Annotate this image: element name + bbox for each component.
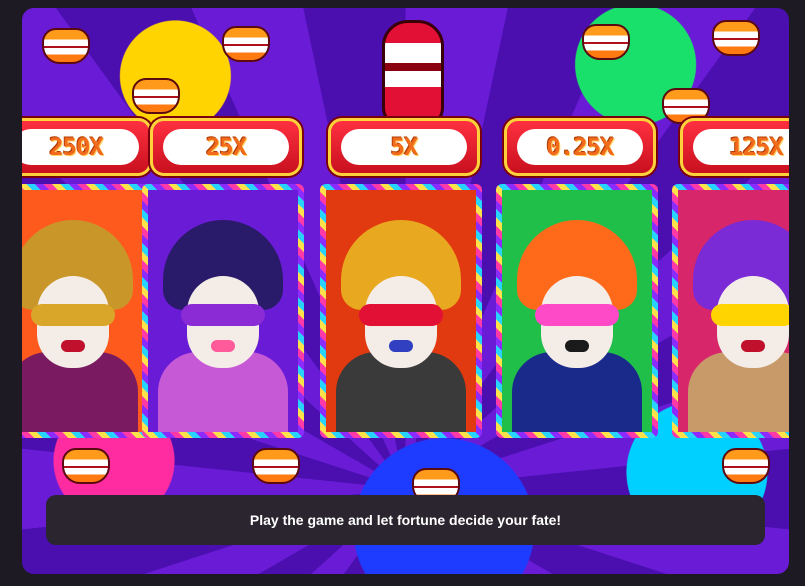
game-stage: ⠀ 250X 25X 5X 0.25X 125X Play the game a… bbox=[22, 8, 789, 574]
multiplier-label: 5X bbox=[390, 133, 419, 161]
multiplier-label: 125X bbox=[729, 133, 784, 161]
character-frame bbox=[142, 184, 304, 438]
teeth-icon bbox=[582, 24, 630, 60]
multiplier-plate: 250X bbox=[22, 118, 152, 176]
character-frame bbox=[320, 184, 482, 438]
teeth-icon bbox=[132, 78, 180, 114]
teeth-icon bbox=[712, 20, 760, 56]
character-face bbox=[535, 276, 619, 368]
teeth-icon bbox=[222, 26, 270, 62]
message-bar: Play the game and let fortune decide you… bbox=[46, 495, 765, 545]
multiplier-label: 0.25X bbox=[546, 133, 614, 161]
multiplier-label: 250X bbox=[49, 133, 104, 161]
character-frame bbox=[22, 184, 154, 438]
multiplier-plate: 25X bbox=[150, 118, 302, 176]
character-face bbox=[181, 276, 265, 368]
multiplier-plate: 0.25X bbox=[504, 118, 656, 176]
character-face bbox=[711, 276, 789, 368]
character-face bbox=[359, 276, 443, 368]
multiplier-label: 25X bbox=[205, 133, 247, 161]
character-face bbox=[31, 276, 115, 368]
reel-2: 25X bbox=[142, 118, 304, 438]
reel-3: 5X bbox=[320, 118, 482, 438]
character-frame bbox=[496, 184, 658, 438]
multiplier-plate: 125X bbox=[680, 118, 789, 176]
reel-5: 125X bbox=[672, 118, 789, 438]
center-teeth-pointer-icon bbox=[382, 20, 444, 126]
teeth-icon bbox=[62, 448, 110, 484]
message-text: Play the game and let fortune decide you… bbox=[249, 512, 562, 528]
reel-4: 0.25X bbox=[496, 118, 658, 438]
teeth-icon bbox=[252, 448, 300, 484]
reel-1: 250X bbox=[22, 118, 154, 438]
teeth-icon bbox=[42, 28, 90, 64]
multiplier-plate: 5X bbox=[328, 118, 480, 176]
teeth-icon bbox=[722, 448, 770, 484]
character-frame bbox=[672, 184, 789, 438]
